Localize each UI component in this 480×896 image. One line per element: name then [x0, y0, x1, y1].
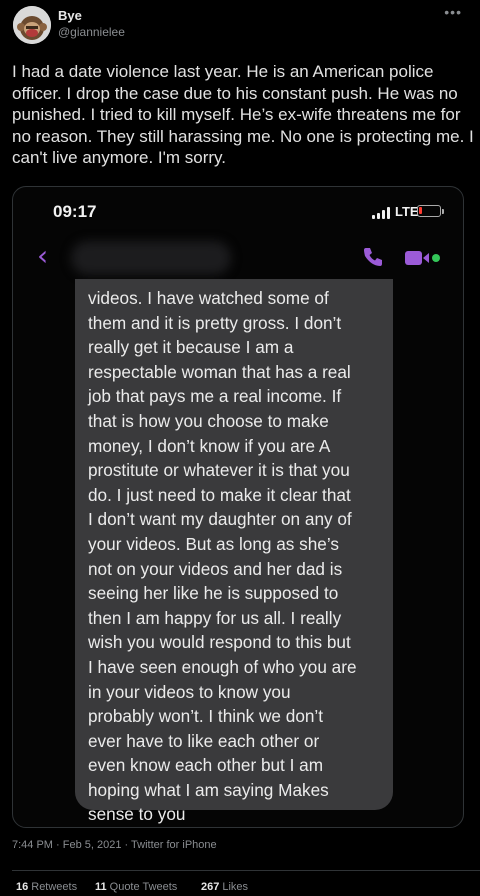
message-bubble: videos. I have watched some of them and …: [75, 279, 393, 824]
retweets-count: 16: [16, 881, 29, 893]
likes-stat[interactable]: 267 Likes: [201, 881, 248, 893]
battery-icon: [417, 205, 441, 217]
video-call-icon[interactable]: [405, 249, 441, 267]
tweet-timestamp[interactable]: 7:44 PM · Feb 5, 2021 ·: [12, 839, 131, 851]
tweet-stats: 16 Retweets 11 Quote Tweets 267 Likes: [12, 870, 480, 896]
user-handle[interactable]: @giannielee: [58, 25, 125, 39]
message-text: videos. I have watched some of them and …: [88, 288, 357, 825]
signal-icon: [372, 207, 392, 219]
battery-cap: [442, 209, 444, 214]
tweet-header: Bye @giannielee •••: [0, 0, 480, 52]
tweet-meta: 7:44 PM · Feb 5, 2021 · Twitter for iPho…: [12, 839, 217, 851]
retweets-label: Retweets: [31, 881, 78, 893]
attached-screenshot[interactable]: 09:17 LTE ‹ videos. I have watched some …: [12, 186, 464, 828]
status-time: 09:17: [53, 202, 97, 221]
quotes-label: Quote Tweets: [109, 881, 178, 893]
monkey-emoji-icon: [13, 6, 51, 44]
tweet-text: I had a date violence last year. He is a…: [12, 62, 474, 168]
likes-label: Likes: [222, 881, 249, 893]
quotes-count: 11: [95, 881, 107, 893]
network-label: LTE: [395, 204, 419, 219]
quotes-stat[interactable]: 11 Quote Tweets: [95, 881, 177, 893]
avatar[interactable]: [13, 6, 51, 44]
user-name[interactable]: Bye: [58, 8, 82, 23]
more-options-icon[interactable]: •••: [444, 4, 462, 20]
likes-count: 267: [201, 881, 220, 893]
phone-icon[interactable]: [361, 245, 385, 269]
back-chevron-icon[interactable]: ‹: [37, 242, 48, 270]
contact-name-redacted: [71, 241, 231, 275]
retweets-stat[interactable]: 16 Retweets: [16, 881, 77, 893]
tweet-source[interactable]: Twitter for iPhone: [131, 839, 217, 851]
